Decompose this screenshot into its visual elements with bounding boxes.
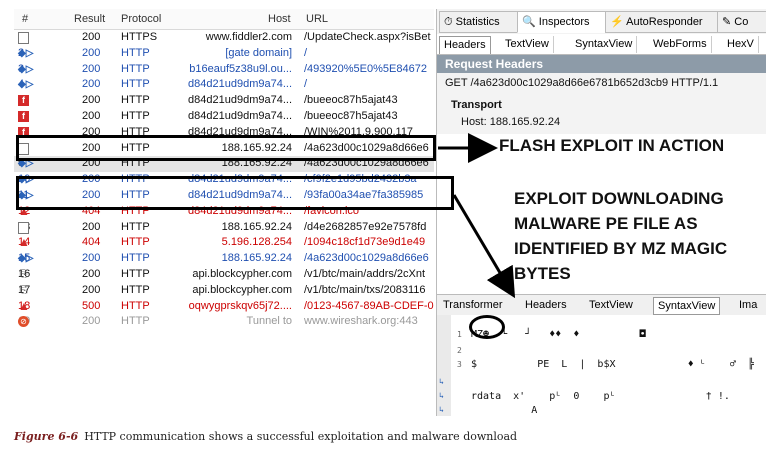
figure-caption: Figure 6-6 HTTP communication shows a suc… [14, 430, 517, 443]
annotation-line-3: IDENTIFIED BY MZ MAGIC [514, 239, 728, 258]
figure-label: Figure 6-6 [14, 430, 79, 443]
arrow-to-response [452, 194, 516, 299]
annotation-line-2: MALWARE PE FILE AS [514, 214, 698, 233]
figure-caption-text: HTTP communication shows a successful ex… [84, 430, 518, 443]
fiddler-screenshot: # Result Protocol Host URL 1200HTTPSwww.… [14, 9, 766, 416]
annotation-line-4: BYTES [514, 264, 571, 283]
flash-exploit-annotation: FLASH EXPLOIT IN ACTION [499, 136, 725, 155]
annotation-line-1: EXPLOIT DOWNLOADING [514, 189, 724, 208]
malware-download-annotation: EXPLOIT DOWNLOADING MALWARE PE FILE AS I… [514, 186, 727, 286]
